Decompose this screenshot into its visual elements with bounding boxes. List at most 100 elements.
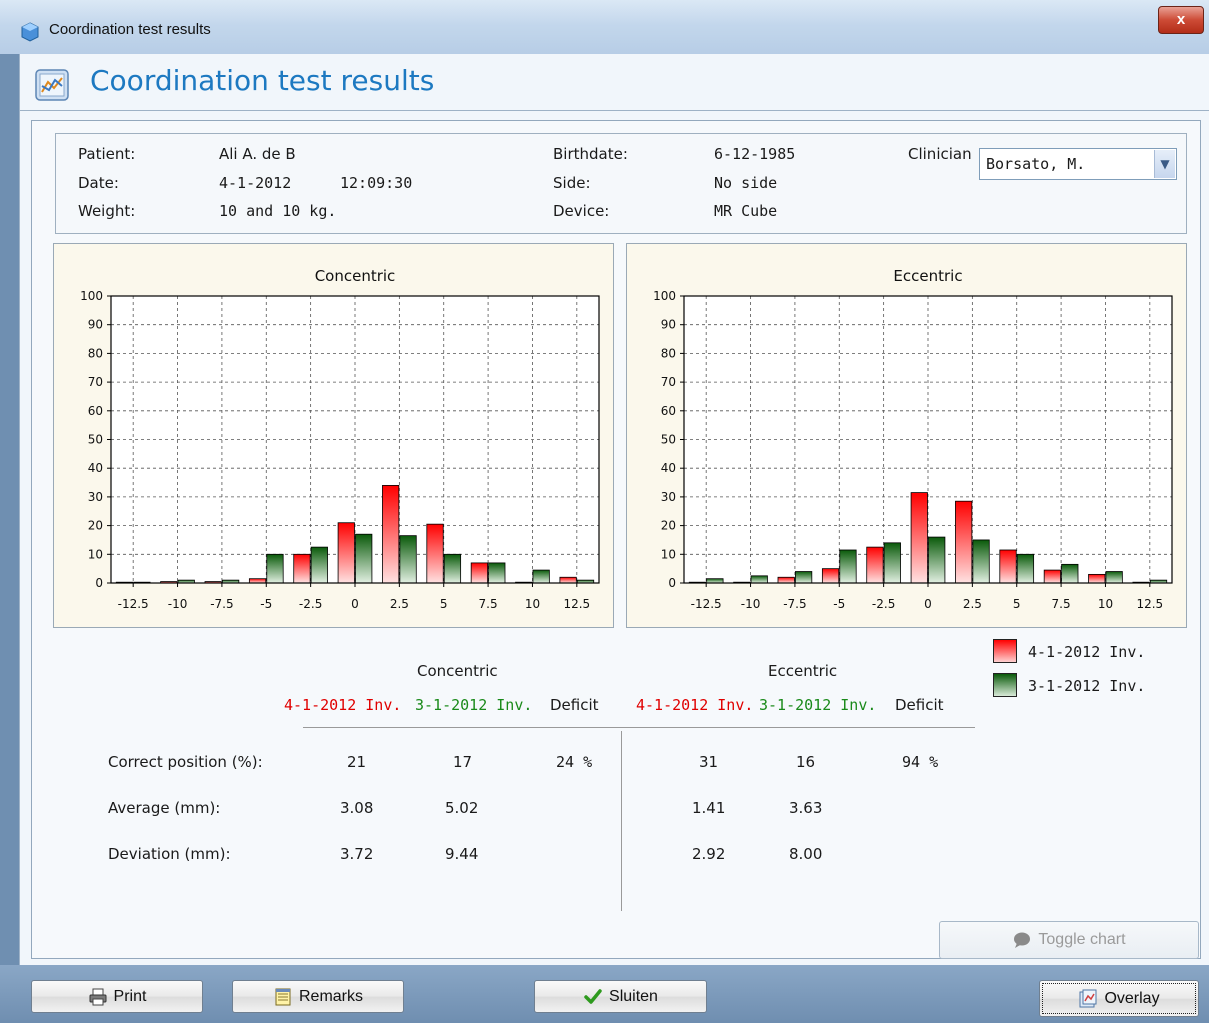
- bar-series-b: [839, 549, 857, 584]
- remarks-label: Remarks: [298, 987, 363, 1005]
- birthdate-label: Birthdate:: [553, 145, 628, 163]
- bar-series-a: [426, 523, 444, 584]
- ecc-b-average: 3.63: [789, 799, 823, 817]
- bar-series-b: [972, 539, 990, 584]
- con-b-average: 5.02: [445, 799, 479, 817]
- y-tick-label: 30: [661, 490, 676, 504]
- overlay-button[interactable]: Overlay: [1039, 980, 1199, 1017]
- concentric-chart: Concentric0102030405060708090100-12.5 -10…: [80, 267, 600, 611]
- x-tick-label: -2.5: [299, 597, 322, 611]
- y-tick-label: 20: [661, 519, 676, 533]
- x-tick-label: 10: [525, 597, 540, 611]
- bar-series-b: [1105, 571, 1123, 584]
- y-tick-label: 10: [88, 547, 103, 561]
- bar-series-a: [559, 576, 577, 584]
- x-tick-label: -5: [833, 597, 845, 611]
- bar-series-b: [883, 542, 901, 584]
- eccentric-chart: Eccentric0102030405060708090100-12.5 -10-…: [653, 267, 1173, 611]
- window-close-button[interactable]: x: [1158, 6, 1204, 34]
- side-value: No side: [714, 174, 778, 192]
- speech-bubble-icon: [1014, 932, 1031, 948]
- ecc-col-a-header: 4-1-2012 Inv.: [636, 696, 754, 714]
- ecc-b-correct-position: 16: [796, 753, 816, 771]
- concentric-chart-panel: Concentric 0 10 20 30 40 50 60 70 80 90 100 -12.5 -10…: [53, 243, 614, 628]
- printer-icon: [89, 988, 107, 1005]
- bar-series-b: [1061, 563, 1079, 584]
- x-tick-label: 5: [440, 597, 448, 611]
- con-a-correct-position: 21: [347, 753, 367, 771]
- remarks-button[interactable]: Remarks: [232, 980, 404, 1013]
- x-tick-label: 5: [1013, 597, 1021, 611]
- bar-series-a: [1043, 569, 1061, 584]
- birthdate-value: 6-12-1985: [714, 145, 796, 163]
- y-tick-label: 60: [88, 404, 103, 418]
- close-label: Sluiten: [609, 987, 658, 1005]
- legend-swatch-series-a: [993, 639, 1017, 663]
- ecc-a-average: 1.41: [692, 799, 726, 817]
- side-label: Side:: [553, 174, 591, 192]
- toggle-chart-button[interactable]: Toggle chart: [939, 921, 1199, 959]
- bar-series-b: [706, 578, 724, 584]
- con-col-a-header: 4-1-2012 Inv.: [284, 696, 402, 714]
- bar-series-a: [470, 562, 488, 584]
- y-tick-label: 20: [88, 519, 103, 533]
- bar-series-a: [866, 546, 884, 584]
- row-label-deviation: Deviation (mm):: [108, 845, 231, 863]
- clinician-select-value: Borsato, M.: [986, 155, 1086, 173]
- notepad-icon: [275, 988, 291, 1005]
- bar-series-b: [488, 562, 506, 584]
- y-tick-label: 60: [661, 404, 676, 418]
- row-label-average: Average (mm):: [108, 799, 221, 817]
- bar-series-a: [777, 576, 795, 584]
- ecc-b-deviation: 8.00: [789, 845, 823, 863]
- y-tick-label: 100: [653, 289, 676, 303]
- x-tick-label: 12.5: [1136, 597, 1163, 611]
- print-button[interactable]: Print: [31, 980, 203, 1013]
- page-title: Coordination test results: [90, 64, 435, 97]
- con-col-b-header: 3-1-2012 Inv.: [415, 696, 533, 714]
- bar-series-a: [910, 492, 928, 584]
- con-a-average: 3.08: [340, 799, 374, 817]
- y-tick-label: 50: [88, 433, 103, 447]
- y-tick-label: 80: [661, 346, 676, 360]
- bar-series-b: [1016, 553, 1035, 584]
- x-tick-label: 2.5: [963, 597, 982, 611]
- device-label: Device:: [553, 202, 610, 220]
- bar-series-a: [293, 553, 311, 584]
- results-column-divider: [621, 731, 622, 911]
- con-b-correct-position: 17: [453, 753, 473, 771]
- weight-value: 10 and 10 kg.: [219, 202, 337, 220]
- bar-series-b: [532, 569, 550, 584]
- bar-series-b: [355, 533, 373, 584]
- con-a-deviation: 3.72: [340, 845, 374, 863]
- x-tick-label: 10: [1098, 597, 1113, 611]
- results-eccentric-title: Eccentric: [768, 662, 838, 680]
- y-tick-label: 80: [88, 346, 103, 360]
- chevron-down-icon[interactable]: ▼: [1154, 150, 1175, 178]
- x-tick-label: -7.5: [783, 597, 806, 611]
- x-tick-label: 0: [351, 597, 359, 611]
- print-label: Print: [113, 987, 147, 1005]
- chart-title: Eccentric: [893, 267, 962, 285]
- results-concentric-title: Concentric: [417, 662, 498, 680]
- y-tick-label: 70: [661, 375, 676, 389]
- row-label-correct-position: Correct position (%):: [108, 753, 263, 771]
- overlay-label: Overlay: [1104, 989, 1160, 1007]
- bar-series-b: [795, 571, 813, 584]
- checkmark-icon: [584, 988, 602, 1004]
- clinician-select[interactable]: Borsato, M. ▼: [979, 148, 1177, 180]
- close-button[interactable]: Sluiten: [534, 980, 707, 1013]
- y-tick-label: 30: [88, 490, 103, 504]
- patient-value: Ali A. de B: [219, 145, 296, 163]
- y-tick-label: 40: [661, 461, 676, 475]
- time-value: 12:09:30: [340, 174, 413, 192]
- x-tick-label: -10: [168, 597, 188, 611]
- legend-label-series-b: 3-1-2012 Inv.: [1028, 677, 1146, 695]
- weight-label: Weight:: [78, 202, 136, 220]
- ecc-deficit-header: Deficit: [895, 696, 944, 714]
- y-tick-label: 90: [88, 318, 103, 332]
- x-tick-label: 2.5: [390, 597, 409, 611]
- bar-series-a: [382, 485, 400, 584]
- overlay-chart-icon: [1079, 989, 1097, 1007]
- bar-series-a: [955, 500, 973, 584]
